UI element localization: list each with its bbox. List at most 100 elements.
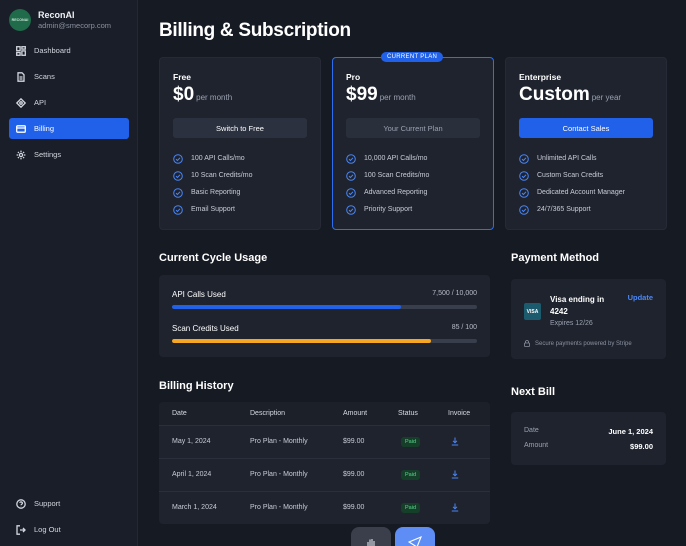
usage-section-title: Current Cycle Usage [159,252,268,264]
usage-card: API Calls Used 7,500 / 10,000 Scan Credi… [159,275,490,357]
column-header: Description [250,410,286,417]
hand-tool-button[interactable] [351,527,391,546]
feature-text: 100 API Calls/mo [191,155,245,162]
column-header: Amount [343,410,368,417]
feature-item: Advanced Reporting [346,184,429,201]
logout-icon [16,524,26,535]
row-date: May 1, 2024 [172,438,211,445]
sidebar-item-support[interactable]: Support [9,493,129,514]
progress-fill [172,305,401,309]
check-circle-icon [519,187,529,198]
send-button[interactable] [395,527,435,546]
sidebar-item-label: Scans [34,72,55,81]
check-circle-icon [173,170,183,181]
check-circle-icon [173,153,183,164]
sidebar-item-label: Support [34,499,61,508]
feature-list: 100 API Calls/mo 10 Scan Credits/mo Basi… [173,150,252,218]
feature-item: Unlimited API Calls [519,150,625,167]
current-plan-button: Your Current Plan [346,118,480,138]
feature-text: Advanced Reporting [364,189,428,196]
usage-row-scans: Scan Credits Used 85 / 100 [172,324,477,343]
table-row: May 1, 2024 Pro Plan - Monthly $99.00 Pa… [159,426,490,459]
check-circle-icon [346,170,356,181]
price-value: Custom [519,84,590,105]
row-date: March 1, 2024 [172,504,217,511]
plan-card-pro: CURRENT PLAN Pro $99 per month Your Curre… [332,52,494,230]
card-expiry: Expires 12/26 [550,320,593,327]
price-period: per month [196,93,233,102]
secure-note: Secure payments powered by Stripe [524,340,632,347]
update-payment-link[interactable]: Update [628,293,653,302]
main-content: Billing & Subscription Free $0 per month … [138,0,686,546]
feature-item: Dedicated Account Manager [519,184,625,201]
card-info: Visa ending in 4242 [550,294,604,318]
feature-item: 100 API Calls/mo [173,150,252,167]
card-last4: 4242 [550,307,568,316]
row-amount: $99.00 [343,471,365,478]
sidebar-item-dashboard[interactable]: Dashboard [9,40,129,61]
card-icon [16,124,26,133]
progress-track [172,305,477,309]
sidebar-item-api[interactable]: API [9,92,129,113]
download-icon[interactable] [451,503,459,512]
table-row: April 1, 2024 Pro Plan - Monthly $99.00 … [159,459,490,492]
feature-text: 100 Scan Credits/mo [364,172,430,179]
sidebar-footer: Support Log Out [9,493,129,545]
feature-item: 100 Scan Credits/mo [346,167,429,184]
feature-text: Basic Reporting [191,189,241,196]
account-email: admin@smecorp.com [38,21,112,30]
next-bill-card: Date June 1, 2024 Amount $99.00 [511,412,666,465]
feature-text: Priority Support [364,206,413,213]
usage-label: Scan Credits Used [172,324,239,333]
logout-button[interactable]: Log Out [9,519,129,540]
download-icon[interactable] [451,437,459,446]
feature-item: Basic Reporting [173,184,252,201]
next-bill-date-label: Date [524,427,539,434]
feature-text: Unlimited API Calls [537,155,597,162]
next-bill-amount: $99.00 [630,442,653,451]
check-circle-icon [346,204,356,215]
switch-to-free-button[interactable]: Switch to Free [173,118,307,138]
check-circle-icon [519,204,529,215]
hand-icon [367,539,375,546]
sidebar-item-scans[interactable]: Scans [9,66,129,87]
feature-item: Custom Scan Credits [519,167,625,184]
plan-name: Enterprise [519,72,562,82]
send-icon [408,536,422,546]
dashboard-icon [16,45,26,56]
plan-price: $99 per month [346,84,416,106]
check-circle-icon [519,153,529,164]
sidebar-item-billing[interactable]: Billing [9,118,129,139]
usage-count: 85 / 100 [451,324,477,331]
download-icon[interactable] [451,470,459,479]
price-period: per year [591,93,622,102]
sidebar-item-label: Billing [34,124,55,133]
feature-item: 24/7/365 Support [519,201,625,218]
status-badge: Paid [401,503,421,513]
next-bill-section-title: Next Bill [511,386,556,398]
feature-list: 10,000 API Calls/mo 100 Scan Credits/mo … [346,150,429,218]
current-plan-badge: CURRENT PLAN [381,52,444,62]
feature-item: 10 Scan Credits/mo [173,167,252,184]
column-header: Status [398,410,418,417]
row-description: Pro Plan - Monthly [250,438,308,445]
status-badge: Paid [401,437,421,447]
brand: RECONAI ReconAI admin@smecorp.com [9,9,111,31]
contact-sales-button[interactable]: Contact Sales [519,118,653,138]
sidebar-item-settings[interactable]: Settings [9,144,129,165]
progress-track [172,339,477,343]
feature-text: 24/7/365 Support [537,206,591,213]
next-bill-amount-label: Amount [524,442,549,449]
plan-price: Custom per year [519,84,621,106]
sidebar-item-label: API [34,98,47,107]
document-icon [17,71,25,82]
card-label: Visa ending in [550,295,605,304]
row-amount: $99.00 [343,438,365,445]
sidebar: RECONAI ReconAI admin@smecorp.com Dashbo… [0,0,138,546]
sidebar-item-label: Dashboard [34,46,71,55]
check-circle-icon [173,187,183,198]
feature-text: Email Support [191,206,235,213]
brand-logo: RECONAI [9,9,31,31]
page-title: Billing & Subscription [159,20,351,41]
history-section-title: Billing History [159,380,234,392]
